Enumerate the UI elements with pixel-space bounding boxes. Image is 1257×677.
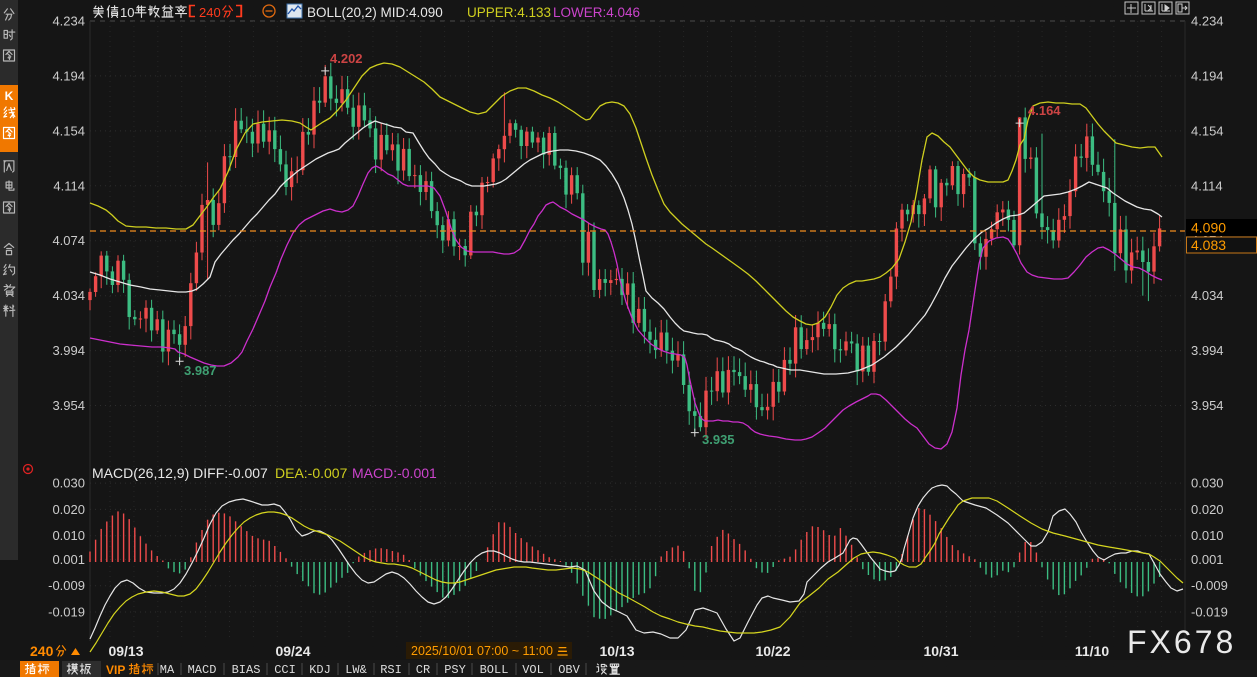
svg-text:0.020: 0.020	[1191, 502, 1224, 517]
svg-text:3.987: 3.987	[184, 363, 217, 378]
svg-text:240: 240	[30, 643, 54, 659]
svg-text:4.234: 4.234	[52, 14, 85, 29]
svg-text:LOWER:4.046: LOWER:4.046	[553, 5, 640, 20]
svg-text:BOLL: BOLL	[480, 663, 509, 677]
svg-text:K: K	[5, 89, 14, 103]
svg-text:MACD:-0.001: MACD:-0.001	[352, 465, 437, 481]
svg-text:CCI: CCI	[274, 663, 296, 677]
svg-text:BIAS: BIAS	[232, 663, 261, 677]
svg-text:10/31: 10/31	[923, 643, 958, 659]
svg-text:4.194: 4.194	[1191, 68, 1224, 83]
svg-text:MACD: MACD	[188, 663, 217, 677]
svg-text:0.030: 0.030	[1191, 476, 1224, 491]
svg-text:RSI: RSI	[380, 663, 402, 677]
svg-text:VOL: VOL	[522, 663, 544, 677]
svg-text:CR: CR	[416, 663, 430, 677]
svg-text:PSY: PSY	[444, 663, 466, 677]
svg-text:-0.019: -0.019	[1191, 605, 1228, 620]
svg-text:0.010: 0.010	[1191, 528, 1224, 543]
svg-text:0.020: 0.020	[52, 502, 85, 517]
svg-text:4.164: 4.164	[1028, 103, 1061, 118]
svg-text:3.954: 3.954	[52, 398, 85, 413]
svg-text:KDJ: KDJ	[309, 663, 331, 677]
svg-text:DEA:-0.007: DEA:-0.007	[275, 465, 348, 481]
svg-text:11/10: 11/10	[1075, 643, 1109, 659]
svg-text:09/24: 09/24	[275, 643, 310, 659]
svg-text:4.202: 4.202	[330, 51, 363, 66]
svg-text:240: 240	[199, 5, 221, 20]
svg-text:-0.009: -0.009	[48, 578, 85, 593]
svg-text:2025/10/01 07:00 ~ 11:00: 2025/10/01 07:00 ~ 11:00	[411, 644, 553, 658]
svg-text:4.154: 4.154	[1191, 123, 1224, 138]
svg-text:-0.019: -0.019	[48, 605, 85, 620]
svg-text:4.083: 4.083	[1191, 237, 1226, 253]
svg-text:0.010: 0.010	[52, 528, 85, 543]
svg-text:3.994: 3.994	[52, 343, 85, 358]
svg-text:3.954: 3.954	[1191, 398, 1224, 413]
svg-text:FX678: FX678	[1127, 624, 1236, 660]
svg-text:4.090: 4.090	[1191, 220, 1226, 236]
svg-text:BOLL(20,2) MID:4.090: BOLL(20,2) MID:4.090	[307, 5, 443, 20]
svg-text:0.001: 0.001	[1191, 552, 1224, 567]
svg-text:4.154: 4.154	[52, 123, 85, 138]
svg-text:09/13: 09/13	[108, 643, 143, 659]
svg-text:4.114: 4.114	[53, 178, 85, 193]
svg-text:4.034: 4.034	[1191, 288, 1224, 303]
svg-text:4.034: 4.034	[52, 288, 85, 303]
svg-text:4.194: 4.194	[52, 68, 85, 83]
svg-text:3.994: 3.994	[1191, 343, 1224, 358]
svg-text:10/13: 10/13	[599, 643, 634, 659]
svg-text:OBV: OBV	[558, 663, 580, 677]
svg-text:4.074: 4.074	[52, 233, 85, 248]
svg-text:3.935: 3.935	[702, 432, 735, 447]
svg-text:-0.009: -0.009	[1191, 578, 1228, 593]
svg-text:0.030: 0.030	[52, 476, 85, 491]
svg-text:LW&: LW&	[345, 663, 367, 677]
svg-text:MA: MA	[160, 663, 175, 677]
svg-text:10/22: 10/22	[755, 643, 790, 659]
svg-text:MACD(26,12,9) DIFF:-0.007: MACD(26,12,9) DIFF:-0.007	[92, 465, 268, 481]
svg-text:0.001: 0.001	[52, 552, 85, 567]
svg-text:4.234: 4.234	[1191, 14, 1224, 29]
svg-text:UPPER:4.133: UPPER:4.133	[467, 5, 551, 20]
svg-text:VIP: VIP	[106, 663, 125, 677]
svg-text:4.114: 4.114	[1191, 178, 1223, 193]
svg-text:10: 10	[120, 5, 134, 20]
